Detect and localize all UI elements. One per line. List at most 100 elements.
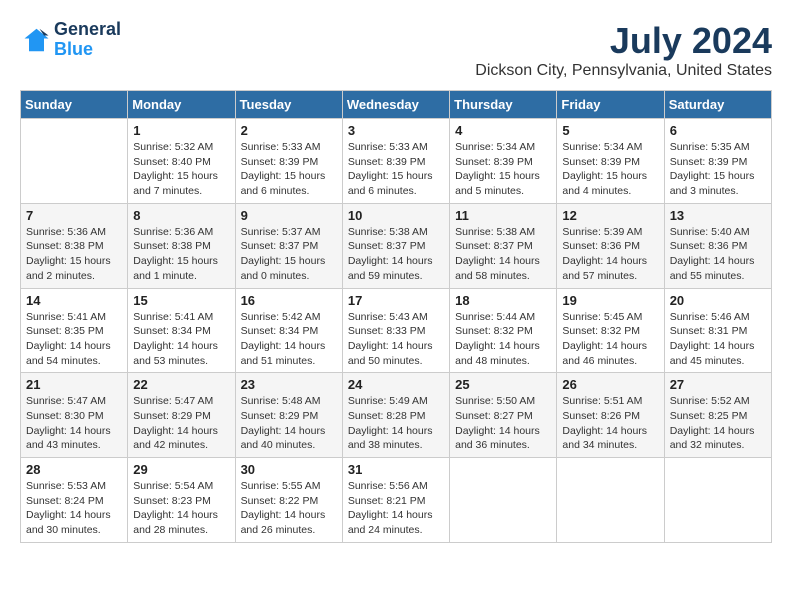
calendar-cell: 4Sunrise: 5:34 AM Sunset: 8:39 PM Daylig… [450, 119, 557, 204]
calendar-cell: 5Sunrise: 5:34 AM Sunset: 8:39 PM Daylig… [557, 119, 664, 204]
day-number: 25 [455, 377, 551, 392]
day-info: Sunrise: 5:37 AM Sunset: 8:37 PM Dayligh… [241, 225, 337, 284]
calendar-cell: 13 Sunrise: 5:40 AM Sunset: 8:36 PM Dayli… [664, 203, 771, 288]
day-number: 13 [670, 208, 766, 223]
day-number: 22 [133, 377, 229, 392]
day-info: Sunrise: 5:33 AM Sunset: 8:39 PM Dayligh… [348, 140, 444, 199]
day-info: Sunrise: 5:38 AM Sunset: 8:37 PM Dayligh… [348, 225, 444, 284]
location: Dickson City, Pennsylvania, United State… [475, 62, 772, 80]
logo-line2: Blue [54, 40, 121, 60]
day-info: Sunrise: 5:49 AM Sunset: 8:28 PM Dayligh… [348, 394, 444, 453]
calendar-cell: 7 Sunrise: 5:36 AM Sunset: 8:38 PM Daylig… [21, 203, 128, 288]
calendar-cell: 29Sunrise: 5:54 AM Sunset: 8:23 PM Dayli… [128, 458, 235, 543]
day-number: 21 [26, 377, 122, 392]
calendar-cell [557, 458, 664, 543]
calendar-cell [664, 458, 771, 543]
day-info: Sunrise: 5:44 AM Sunset: 8:32 PM Dayligh… [455, 310, 551, 369]
calendar-week-5: 28 Sunrise: 5:53 AM Sunset: 8:24 PM Dayli… [21, 458, 772, 543]
calendar-cell: 9 Sunrise: 5:37 AM Sunset: 8:37 PM Daylig… [235, 203, 342, 288]
page-header: General Blue July 2024 Dickson City, Pen… [20, 20, 772, 80]
day-info: Sunrise: 5:41 AM Sunset: 8:35 PM Dayligh… [26, 310, 122, 369]
calendar-cell: 30Sunrise: 5:55 AM Sunset: 8:22 PM Dayli… [235, 458, 342, 543]
day-info: Sunrise: 5:53 AM Sunset: 8:24 PM Dayligh… [26, 479, 122, 538]
calendar-cell: 31Sunrise: 5:56 AM Sunset: 8:21 PM Dayli… [342, 458, 449, 543]
calendar-cell: 20Sunrise: 5:46 AM Sunset: 8:31 PM Dayli… [664, 288, 771, 373]
calendar-cell: 28 Sunrise: 5:53 AM Sunset: 8:24 PM Dayli… [21, 458, 128, 543]
day-info: Sunrise: 5:45 AM Sunset: 8:32 PM Dayligh… [562, 310, 658, 369]
calendar-cell: 3 Sunrise: 5:33 AM Sunset: 8:39 PM Daylig… [342, 119, 449, 204]
day-number: 11 [455, 208, 551, 223]
header-saturday: Saturday [664, 91, 771, 119]
calendar-cell: 25Sunrise: 5:50 AM Sunset: 8:27 PM Dayli… [450, 373, 557, 458]
day-number: 9 [241, 208, 337, 223]
day-number: 7 [26, 208, 122, 223]
day-info: Sunrise: 5:46 AM Sunset: 8:31 PM Dayligh… [670, 310, 766, 369]
month-year: July 2024 [475, 20, 772, 62]
calendar-cell: 23Sunrise: 5:48 AM Sunset: 8:29 PM Dayli… [235, 373, 342, 458]
day-number: 28 [26, 462, 122, 477]
calendar-cell: 12 Sunrise: 5:39 AM Sunset: 8:36 PM Dayli… [557, 203, 664, 288]
calendar-cell: 2Sunrise: 5:33 AM Sunset: 8:39 PM Daylig… [235, 119, 342, 204]
day-number: 5 [562, 123, 658, 138]
day-number: 18 [455, 293, 551, 308]
day-info: Sunrise: 5:39 AM Sunset: 8:36 PM Dayligh… [562, 225, 658, 284]
calendar-week-4: 21 Sunrise: 5:47 AM Sunset: 8:30 PM Dayli… [21, 373, 772, 458]
day-info: Sunrise: 5:47 AM Sunset: 8:30 PM Dayligh… [26, 394, 122, 453]
day-info: Sunrise: 5:40 AM Sunset: 8:36 PM Dayligh… [670, 225, 766, 284]
calendar-cell: 14 Sunrise: 5:41 AM Sunset: 8:35 PM Dayli… [21, 288, 128, 373]
header-monday: Monday [128, 91, 235, 119]
calendar-cell: 19 Sunrise: 5:45 AM Sunset: 8:32 PM Dayli… [557, 288, 664, 373]
day-number: 27 [670, 377, 766, 392]
calendar-cell: 15Sunrise: 5:41 AM Sunset: 8:34 PM Dayli… [128, 288, 235, 373]
day-info: Sunrise: 5:34 AM Sunset: 8:39 PM Dayligh… [455, 140, 551, 199]
day-info: Sunrise: 5:32 AM Sunset: 8:40 PM Dayligh… [133, 140, 229, 199]
day-number: 16 [241, 293, 337, 308]
day-number: 29 [133, 462, 229, 477]
logo-line1: General [54, 20, 121, 40]
day-number: 14 [26, 293, 122, 308]
day-info: Sunrise: 5:41 AM Sunset: 8:34 PM Dayligh… [133, 310, 229, 369]
calendar-week-2: 7 Sunrise: 5:36 AM Sunset: 8:38 PM Daylig… [21, 203, 772, 288]
day-info: Sunrise: 5:48 AM Sunset: 8:29 PM Dayligh… [241, 394, 337, 453]
title-block: July 2024 Dickson City, Pennsylvania, Un… [475, 20, 772, 80]
calendar-cell: 22Sunrise: 5:47 AM Sunset: 8:29 PM Dayli… [128, 373, 235, 458]
calendar-cell: 21 Sunrise: 5:47 AM Sunset: 8:30 PM Dayli… [21, 373, 128, 458]
day-info: Sunrise: 5:36 AM Sunset: 8:38 PM Dayligh… [26, 225, 122, 284]
calendar-cell: 16 Sunrise: 5:42 AM Sunset: 8:34 PM Dayli… [235, 288, 342, 373]
day-number: 19 [562, 293, 658, 308]
calendar-cell: 8Sunrise: 5:36 AM Sunset: 8:38 PM Daylig… [128, 203, 235, 288]
day-number: 10 [348, 208, 444, 223]
calendar-cell: 18 Sunrise: 5:44 AM Sunset: 8:32 PM Dayli… [450, 288, 557, 373]
logo-text: General Blue [54, 20, 121, 60]
calendar-cell: 11 Sunrise: 5:38 AM Sunset: 8:37 PM Dayli… [450, 203, 557, 288]
day-info: Sunrise: 5:42 AM Sunset: 8:34 PM Dayligh… [241, 310, 337, 369]
day-number: 17 [348, 293, 444, 308]
calendar-cell: 27 Sunrise: 5:52 AM Sunset: 8:25 PM Dayli… [664, 373, 771, 458]
day-info: Sunrise: 5:43 AM Sunset: 8:33 PM Dayligh… [348, 310, 444, 369]
header-wednesday: Wednesday [342, 91, 449, 119]
day-info: Sunrise: 5:36 AM Sunset: 8:38 PM Dayligh… [133, 225, 229, 284]
day-info: Sunrise: 5:38 AM Sunset: 8:37 PM Dayligh… [455, 225, 551, 284]
calendar-header-row: SundayMondayTuesdayWednesdayThursdayFrid… [21, 91, 772, 119]
day-number: 12 [562, 208, 658, 223]
day-number: 6 [670, 123, 766, 138]
day-number: 26 [562, 377, 658, 392]
day-info: Sunrise: 5:51 AM Sunset: 8:26 PM Dayligh… [562, 394, 658, 453]
calendar-cell: 24Sunrise: 5:49 AM Sunset: 8:28 PM Dayli… [342, 373, 449, 458]
logo-icon [20, 25, 50, 55]
header-thursday: Thursday [450, 91, 557, 119]
header-friday: Friday [557, 91, 664, 119]
day-number: 3 [348, 123, 444, 138]
day-number: 31 [348, 462, 444, 477]
logo: General Blue [20, 20, 121, 60]
calendar-table: SundayMondayTuesdayWednesdayThursdayFrid… [20, 90, 772, 543]
header-tuesday: Tuesday [235, 91, 342, 119]
calendar-cell: 17 Sunrise: 5:43 AM Sunset: 8:33 PM Dayli… [342, 288, 449, 373]
day-info: Sunrise: 5:35 AM Sunset: 8:39 PM Dayligh… [670, 140, 766, 199]
calendar-cell: 10 Sunrise: 5:38 AM Sunset: 8:37 PM Dayli… [342, 203, 449, 288]
day-info: Sunrise: 5:52 AM Sunset: 8:25 PM Dayligh… [670, 394, 766, 453]
calendar-cell: 1Sunrise: 5:32 AM Sunset: 8:40 PM Daylig… [128, 119, 235, 204]
calendar-cell [450, 458, 557, 543]
header-sunday: Sunday [21, 91, 128, 119]
day-info: Sunrise: 5:33 AM Sunset: 8:39 PM Dayligh… [241, 140, 337, 199]
